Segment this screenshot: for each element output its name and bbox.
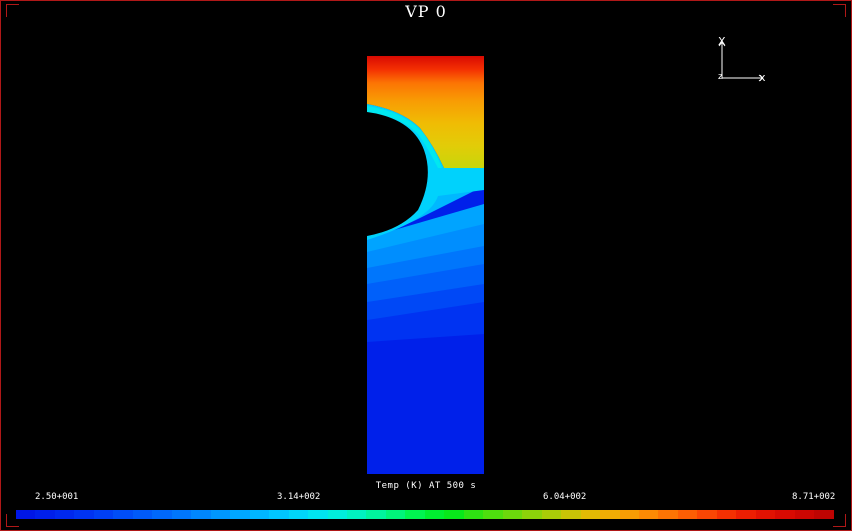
colorbar-segment — [561, 510, 581, 519]
colorbar-segment — [385, 510, 406, 519]
colorbar-segment — [93, 510, 114, 519]
plot-caption: Temp (K) AT 500 s — [375, 481, 477, 491]
colorbar-segment — [366, 510, 386, 519]
legend-tick-label: 6.04+002 — [543, 492, 587, 502]
legend-tick-label: 3.14+002 — [277, 492, 321, 502]
colorbar-segment — [346, 510, 367, 519]
colorbar-segment — [444, 510, 464, 519]
colorbar-segment — [74, 510, 94, 519]
colorbar-segment — [132, 510, 153, 519]
colorbar-segment — [327, 510, 347, 519]
colorbar-segment — [152, 510, 172, 519]
axis-label-right: x — [759, 71, 766, 84]
colorbar-segment — [16, 510, 36, 519]
axis-label-origin: z — [718, 72, 723, 82]
colorbar-segment — [171, 510, 192, 519]
colorbar-segment — [716, 510, 737, 519]
colorbar-segment — [405, 510, 425, 519]
colorbar-segment — [502, 510, 523, 519]
colorbar-segment — [541, 510, 562, 519]
colorbar-segment — [210, 510, 231, 519]
colorbar-segment — [639, 510, 659, 519]
legend-tick-label: 8.71+002 — [792, 492, 836, 502]
legend-tick-label: 2.50+001 — [35, 492, 79, 502]
colorbar-segment — [736, 510, 756, 519]
axis-label-up: X — [718, 35, 726, 48]
colorbar-segment — [288, 510, 309, 519]
colorbar-segment — [113, 510, 133, 519]
colorbar-segment — [619, 510, 639, 519]
colorbar-segment — [794, 510, 815, 519]
colorbar-segment — [677, 510, 698, 519]
colorbar-segment — [658, 510, 678, 519]
colorbar-segment — [755, 510, 776, 519]
colorbar-segment — [424, 510, 445, 519]
colorbar-segment — [308, 510, 328, 519]
colorbar-segment — [775, 510, 795, 519]
colorbar-segment — [269, 510, 289, 519]
colorbar-segment — [522, 510, 542, 519]
colorbar-segment — [191, 510, 211, 519]
colorbar-segment — [814, 510, 834, 519]
colorbar-segment — [580, 510, 601, 519]
colorbar-segment — [35, 510, 55, 519]
colorbar-segment — [463, 510, 484, 519]
colorbar-segment — [483, 510, 503, 519]
colorbar-segment — [600, 510, 620, 519]
colorbar-segment — [697, 510, 717, 519]
colorbar-segment — [54, 510, 75, 519]
colorbar-segment — [230, 510, 250, 519]
colorbar-segment — [249, 510, 270, 519]
legend-colorbar — [16, 510, 834, 519]
